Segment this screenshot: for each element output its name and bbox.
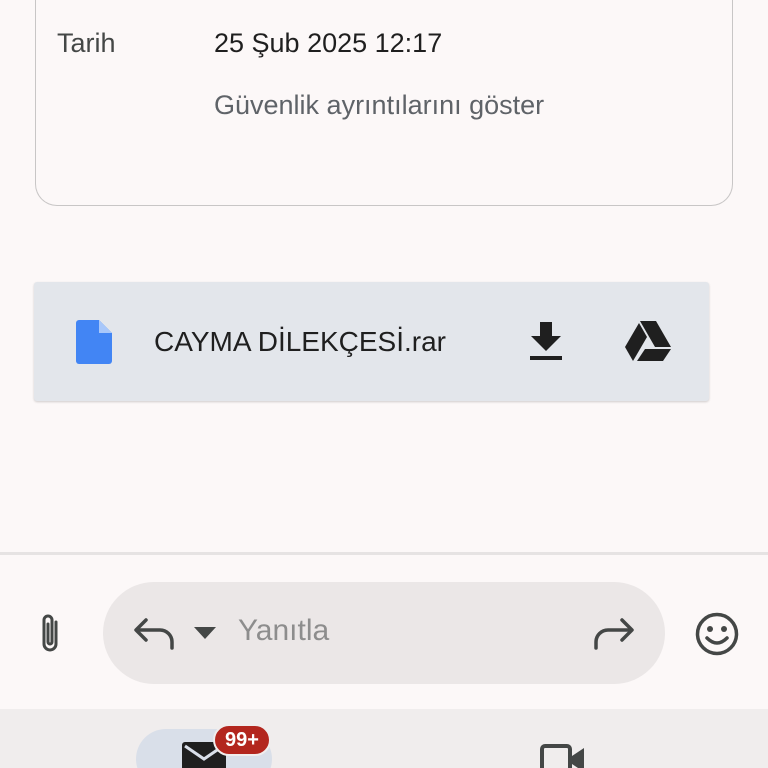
attachment-file-name[interactable]: CAYMA DİLEKÇESİ.rar — [154, 326, 446, 358]
message-details-card: Tarih 25 Şub 2025 12:17 Güvenlik ayrıntı… — [35, 0, 733, 206]
google-drive-icon[interactable] — [624, 320, 672, 362]
show-security-details-link[interactable]: Güvenlik ayrıntılarını göster — [214, 90, 544, 121]
email-view: Tarih 25 Şub 2025 12:17 Güvenlik ayrıntı… — [0, 0, 768, 768]
reply-input[interactable] — [103, 582, 665, 684]
chevron-down-icon[interactable] — [192, 625, 218, 641]
date-value: 25 Şub 2025 12:17 — [214, 28, 443, 58]
unread-count-badge: 99+ — [213, 724, 271, 756]
video-camera-icon[interactable] — [540, 742, 586, 768]
reply-placeholder: Yanıtla — [238, 614, 330, 647]
attach-icon[interactable] — [34, 612, 66, 656]
date-label: Tarih — [57, 28, 116, 58]
emoji-icon[interactable] — [694, 611, 740, 657]
reply-icon[interactable] — [132, 614, 176, 652]
document-icon — [76, 320, 112, 364]
bottom-navigation — [0, 709, 768, 768]
download-icon[interactable] — [528, 320, 564, 362]
forward-icon[interactable] — [592, 614, 636, 652]
divider — [0, 552, 768, 555]
